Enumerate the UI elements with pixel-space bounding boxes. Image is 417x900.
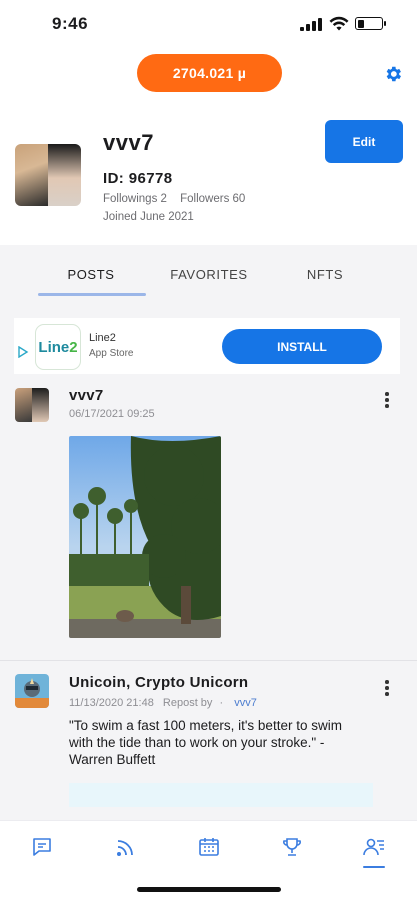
more-options-icon[interactable] <box>383 680 391 698</box>
post-date: 11/13/2020 21:48 <box>69 697 154 709</box>
home-indicator[interactable] <box>137 887 281 892</box>
edit-profile-button[interactable]: Edit <box>325 120 403 163</box>
cellular-signal-icon <box>300 18 322 31</box>
post-divider <box>0 660 417 661</box>
gear-icon[interactable] <box>383 64 403 84</box>
top-bar: 2704.021 µ <box>0 50 417 100</box>
status-bar: 9:46 <box>0 0 417 50</box>
repost-user-link[interactable]: vvv7 <box>234 697 257 709</box>
profile-list-icon[interactable] <box>362 835 386 859</box>
more-options-icon[interactable] <box>383 392 391 410</box>
tab-favorites[interactable]: FAVORITES <box>154 267 264 282</box>
post-avatar[interactable] <box>15 388 49 422</box>
avatar[interactable] <box>15 144 81 206</box>
post-image[interactable] <box>69 436 221 638</box>
calendar-icon[interactable] <box>197 835 221 859</box>
ad-choices-icon[interactable] <box>17 346 29 358</box>
profile-name: vvv7 <box>103 130 154 155</box>
active-tab-indicator <box>38 293 146 296</box>
ad-install-button[interactable]: INSTALL <box>222 329 382 364</box>
status-time: 9:46 <box>52 14 89 33</box>
tab-nfts[interactable]: NFTS <box>270 267 380 282</box>
feed-icon[interactable] <box>114 835 138 859</box>
ad-store-label: App Store <box>89 348 134 359</box>
followings-count[interactable]: Followings 2 <box>103 193 167 205</box>
post-media-preview[interactable] <box>69 783 373 807</box>
ad-app-logo[interactable]: Line 2 <box>35 324 81 370</box>
battery-icon <box>355 17 386 30</box>
wifi-icon <box>329 16 349 31</box>
repost-separator: · <box>219 697 224 709</box>
profile-header: vvv7 ID: 96778 Followings 2 Followers 60… <box>0 100 417 245</box>
joined-date: Joined June 2021 <box>103 211 194 223</box>
trophy-icon[interactable] <box>280 835 304 859</box>
ad-app-name[interactable]: Line2 <box>89 332 116 344</box>
active-nav-indicator <box>363 866 385 868</box>
followers-count[interactable]: Followers 60 <box>180 193 245 205</box>
profile-tabs: POSTS FAVORITES NFTS <box>0 245 417 310</box>
repost-label: Repost by <box>162 697 213 709</box>
post-author[interactable]: vvv7 <box>69 387 104 404</box>
post-author[interactable]: Unicoin, Crypto Unicorn <box>69 674 248 691</box>
repost-info: 11/13/2020 21:48 Repost by · vvv7 <box>69 697 257 709</box>
profile-id: ID: 96778 <box>103 170 173 187</box>
tab-posts[interactable]: POSTS <box>36 267 146 282</box>
post-date: 06/17/2021 09:25 <box>69 408 155 420</box>
balance-button[interactable]: 2704.021 µ <box>137 54 282 92</box>
post-avatar[interactable] <box>15 674 49 708</box>
follow-stats: Followings 2 Followers 60 <box>103 193 245 205</box>
ad-banner[interactable]: Line 2 Line2 App Store INSTALL <box>14 318 400 374</box>
post-text: "To swim a fast 100 meters, it's better … <box>69 718 342 767</box>
chat-icon[interactable] <box>30 835 54 859</box>
